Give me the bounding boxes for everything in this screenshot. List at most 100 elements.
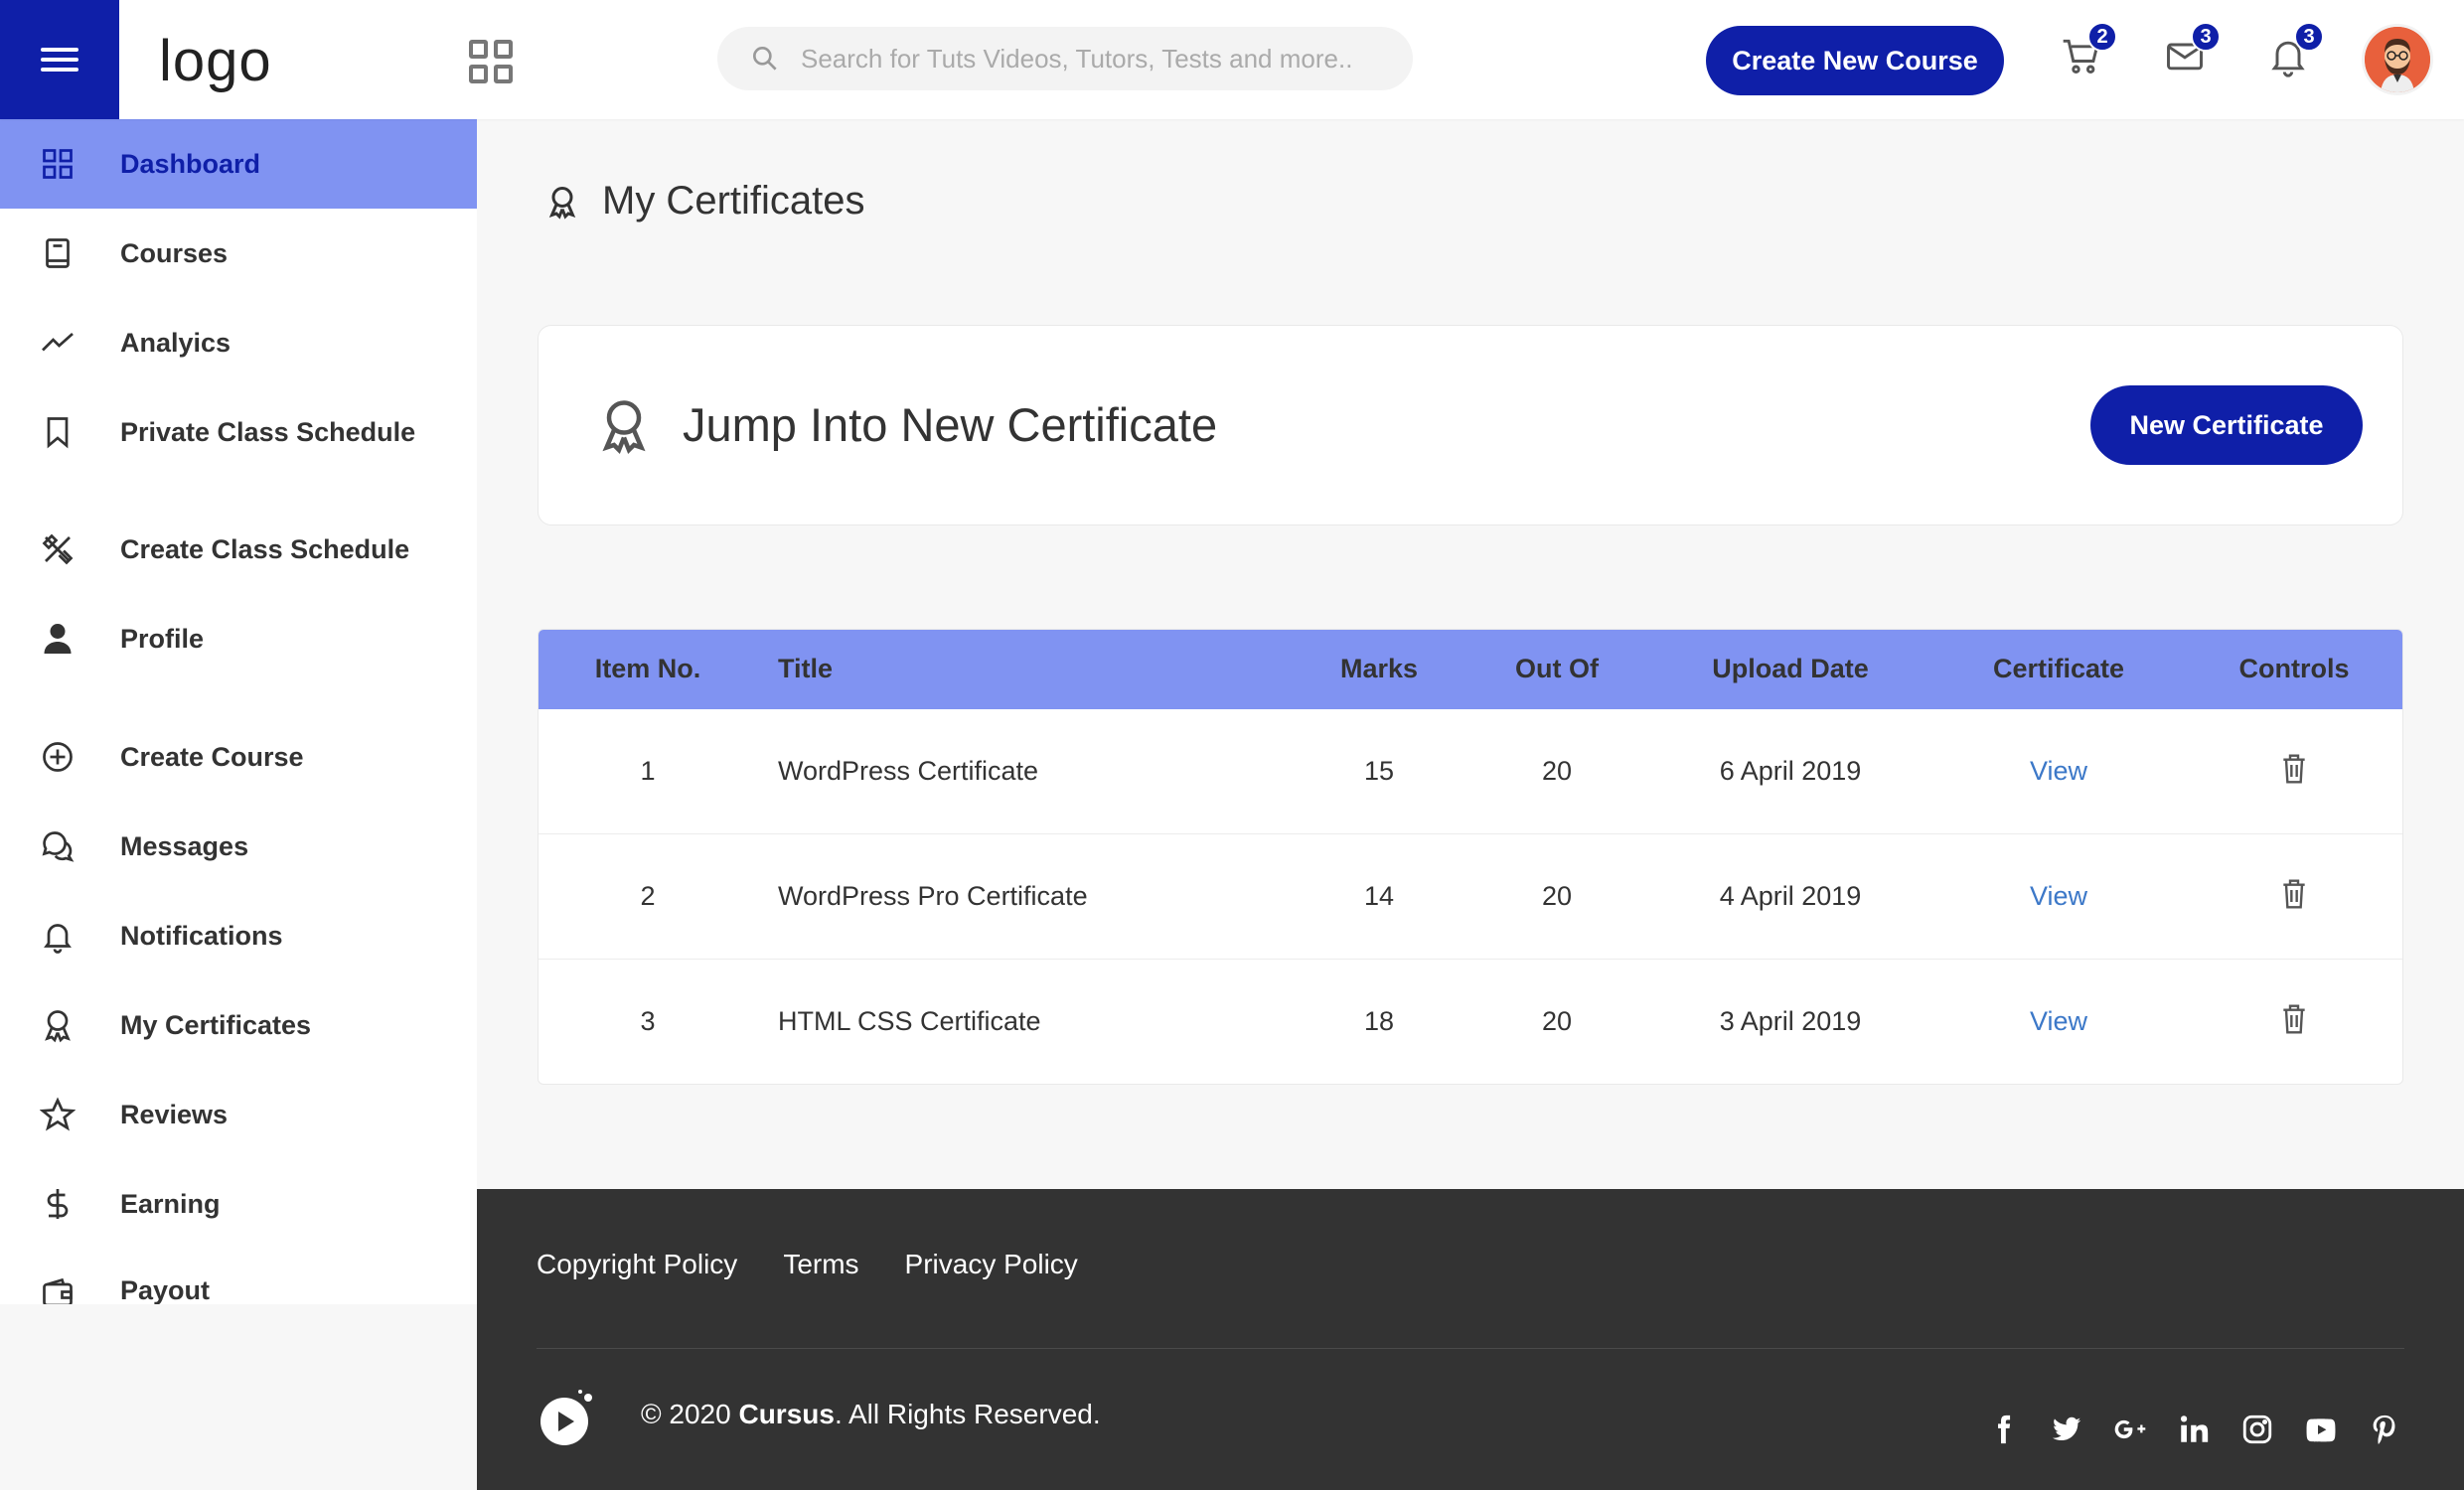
sidebar-item-label: Notifications bbox=[120, 920, 283, 951]
cell-out-of: 20 bbox=[1541, 881, 1573, 911]
award-icon bbox=[548, 186, 576, 220]
google-plus-icon[interactable] bbox=[2110, 1410, 2150, 1449]
sidebar-item-label: Reviews bbox=[120, 1099, 229, 1129]
view-certificate-link[interactable]: View bbox=[1979, 881, 2138, 912]
delete-button[interactable] bbox=[2280, 878, 2308, 917]
bookmark-icon bbox=[40, 414, 76, 450]
linkedin-icon[interactable] bbox=[2174, 1410, 2214, 1449]
terms-link[interactable]: Terms bbox=[783, 1249, 858, 1280]
pinterest-icon[interactable] bbox=[2365, 1410, 2404, 1449]
chat-icon bbox=[40, 828, 76, 864]
pen-ruler-icon bbox=[40, 531, 76, 567]
cell-upload-date: 4 April 2019 bbox=[1719, 881, 1862, 911]
sidebar-item-label: Private Class Schedule bbox=[120, 416, 416, 447]
header-item-no: Item No. bbox=[594, 654, 701, 683]
sidebar: Dashboard Courses Analyics Private Class… bbox=[0, 119, 477, 1304]
top-header: logo Create New Course 2 3 3 bbox=[0, 0, 2464, 119]
sidebar-item-label: Messages bbox=[120, 830, 249, 861]
sidebar-item-courses[interactable]: Courses bbox=[0, 209, 477, 298]
sidebar-item-my-certificates[interactable]: My Certificates bbox=[0, 980, 477, 1070]
trash-icon bbox=[2283, 879, 2305, 909]
search-icon bbox=[753, 46, 777, 71]
apps-grid-icon[interactable] bbox=[469, 40, 513, 83]
hamburger-icon bbox=[41, 48, 78, 72]
cart-badge: 2 bbox=[2087, 22, 2117, 52]
footer: Copyright Policy Terms Privacy Policy © … bbox=[477, 1189, 2464, 1490]
table-row: 1 WordPress Certificate 15 20 6 April 20… bbox=[539, 709, 2402, 834]
sidebar-item-profile[interactable]: Profile bbox=[0, 594, 477, 683]
footer-divider bbox=[537, 1348, 2404, 1349]
sidebar-item-label: Analyics bbox=[120, 327, 231, 358]
search-bar bbox=[717, 27, 1413, 90]
messages-button[interactable]: 3 bbox=[2163, 22, 2221, 83]
header-certificate: Certificate bbox=[1992, 654, 2125, 683]
dollar-icon bbox=[40, 1186, 76, 1222]
sidebar-item-label: Profile bbox=[120, 623, 205, 654]
sidebar-item-notifications[interactable]: Notifications bbox=[0, 891, 477, 980]
sidebar-item-payout[interactable]: Payout bbox=[0, 1249, 477, 1304]
play-logo-icon bbox=[540, 1390, 592, 1445]
search-input[interactable] bbox=[801, 43, 1377, 74]
sidebar-item-label: Create Class Schedule bbox=[120, 533, 410, 564]
create-new-course-button[interactable]: Create New Course bbox=[1706, 26, 2004, 95]
copyright-policy-link[interactable]: Copyright Policy bbox=[537, 1249, 737, 1280]
sidebar-item-label: Courses bbox=[120, 237, 229, 268]
sidebar-item-private-class-schedule[interactable]: Private Class Schedule bbox=[0, 387, 477, 477]
cell-title: WordPress Certificate bbox=[778, 756, 1039, 786]
view-certificate-link[interactable]: View bbox=[1979, 1006, 2138, 1037]
wallet-icon bbox=[40, 1275, 76, 1304]
twitter-icon[interactable] bbox=[2047, 1410, 2086, 1449]
view-certificate-link[interactable]: View bbox=[1979, 756, 2138, 787]
messages-badge: 3 bbox=[2191, 22, 2221, 52]
page-title: My Certificates bbox=[602, 179, 865, 223]
table-row: 2 WordPress Pro Certificate 14 20 4 Apri… bbox=[539, 834, 2402, 960]
notifications-badge: 3 bbox=[2294, 22, 2324, 52]
page-header: My Certificates bbox=[544, 179, 865, 224]
cell-title: HTML CSS Certificate bbox=[778, 1006, 1041, 1036]
sidebar-item-create-class-schedule[interactable]: Create Class Schedule bbox=[0, 505, 477, 594]
new-certificate-button[interactable]: New Certificate bbox=[2090, 385, 2363, 465]
table-row: 3 HTML CSS Certificate 18 20 3 April 201… bbox=[539, 960, 2402, 1084]
sidebar-item-messages[interactable]: Messages bbox=[0, 802, 477, 891]
award-icon bbox=[40, 1007, 76, 1043]
avatar-illustration bbox=[2365, 27, 2430, 92]
logo[interactable]: logo bbox=[159, 28, 272, 94]
trend-icon bbox=[40, 325, 76, 361]
header-out-of: Out Of bbox=[1515, 654, 1599, 683]
notifications-button[interactable]: 3 bbox=[2266, 22, 2324, 83]
menu-toggle-button[interactable] bbox=[0, 0, 119, 119]
cell-title: WordPress Pro Certificate bbox=[778, 881, 1088, 911]
youtube-icon[interactable] bbox=[2301, 1410, 2341, 1449]
certificates-table: Item No. Title Marks Out Of Upload Date … bbox=[538, 629, 2403, 1085]
sidebar-item-dashboard[interactable]: Dashboard bbox=[0, 119, 477, 209]
copyright-suffix: . All Rights Reserved. bbox=[834, 1399, 1101, 1429]
user-avatar[interactable] bbox=[2365, 27, 2430, 92]
header-marks: Marks bbox=[1339, 654, 1419, 683]
sidebar-item-reviews[interactable]: Reviews bbox=[0, 1070, 477, 1159]
header-upload-date: Upload Date bbox=[1712, 654, 1869, 683]
cell-item-no: 3 bbox=[640, 1006, 656, 1036]
trash-icon bbox=[2283, 1004, 2305, 1034]
instagram-icon[interactable] bbox=[2237, 1410, 2277, 1449]
delete-button[interactable] bbox=[2280, 1003, 2308, 1042]
cell-upload-date: 6 April 2019 bbox=[1719, 756, 1862, 786]
social-links bbox=[1983, 1410, 2428, 1449]
jump-card-title: Jump Into New Certificate bbox=[683, 398, 1218, 451]
brand-name: Cursus bbox=[738, 1399, 835, 1429]
dashboard-icon bbox=[40, 146, 76, 182]
facebook-icon[interactable] bbox=[1983, 1410, 2023, 1449]
sidebar-item-label: Dashboard bbox=[120, 148, 261, 179]
cell-upload-date: 3 April 2019 bbox=[1719, 1006, 1862, 1036]
trash-icon bbox=[2283, 754, 2305, 784]
cell-out-of: 20 bbox=[1541, 1006, 1573, 1036]
award-icon bbox=[602, 400, 646, 455]
delete-button[interactable] bbox=[2280, 753, 2308, 792]
star-icon bbox=[39, 1097, 77, 1132]
cart-button[interactable]: 2 bbox=[2060, 22, 2117, 83]
privacy-policy-link[interactable]: Privacy Policy bbox=[905, 1249, 1078, 1280]
sidebar-item-earning[interactable]: Earning bbox=[0, 1159, 477, 1249]
sidebar-item-label: Earning bbox=[120, 1188, 221, 1219]
cell-marks: 14 bbox=[1363, 881, 1395, 911]
sidebar-item-create-course[interactable]: Create Course bbox=[0, 712, 477, 802]
sidebar-item-analytics[interactable]: Analyics bbox=[0, 298, 477, 387]
